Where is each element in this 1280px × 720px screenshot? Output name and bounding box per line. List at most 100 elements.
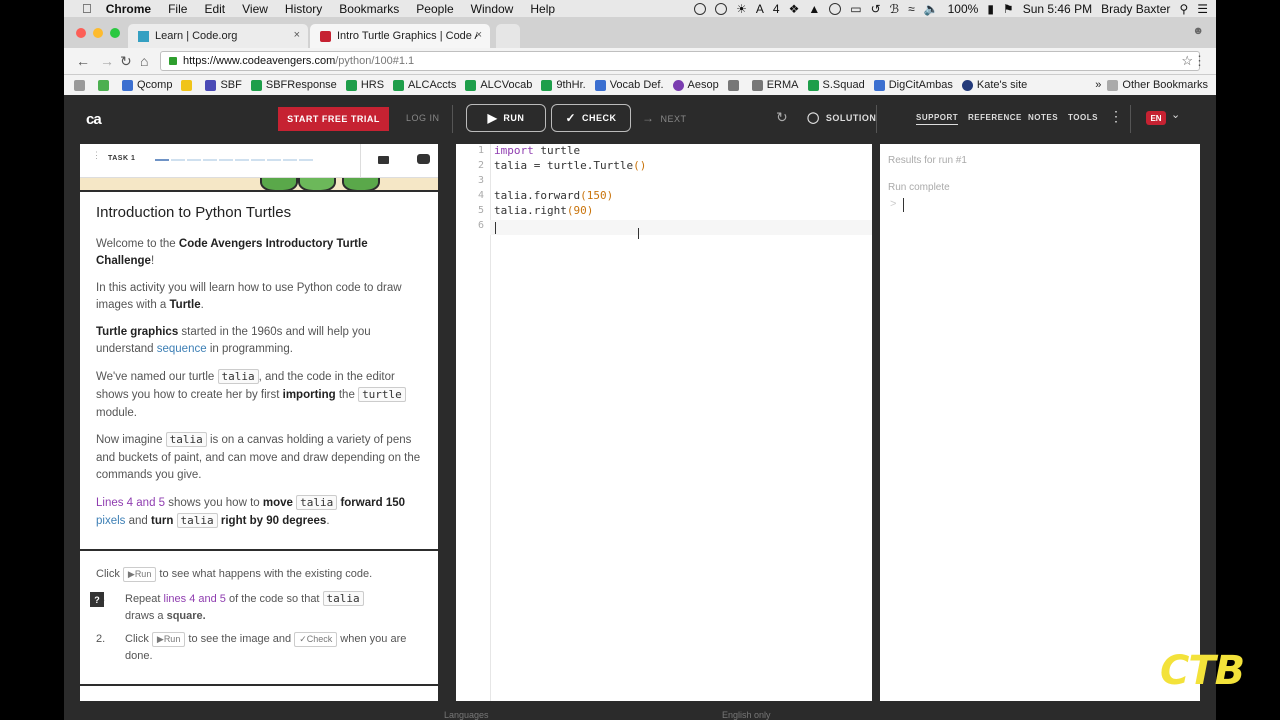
- record-icon[interactable]: [694, 2, 707, 15]
- wifi-icon[interactable]: ≈: [908, 2, 915, 16]
- download-bookmark[interactable]: [98, 79, 113, 91]
- login-link[interactable]: LOG IN: [406, 113, 440, 123]
- blocked-icon[interactable]: [829, 2, 842, 15]
- chevron-down-icon[interactable]: ⌄: [1171, 108, 1180, 121]
- check-button[interactable]: ✓ CHECK: [551, 104, 631, 132]
- start-free-trial-button[interactable]: START FREE TRIAL: [278, 107, 389, 131]
- code-line[interactable]: import turtle: [494, 144, 580, 157]
- progress-step[interactable]: [251, 159, 265, 161]
- bookmark-blank[interactable]: [727, 79, 743, 91]
- chat-icon[interactable]: [417, 154, 430, 164]
- footer-english-only[interactable]: English only: [722, 710, 771, 720]
- location-icon[interactable]: [715, 2, 728, 15]
- language-selector[interactable]: EN: [1146, 111, 1166, 125]
- bluetooth-icon[interactable]: ℬ: [890, 2, 899, 16]
- help-button[interactable]: ?: [90, 592, 104, 607]
- close-tab-icon[interactable]: ×: [294, 29, 300, 41]
- code-editor[interactable]: 1 2 3 4 5 6 import turtle talia = turtle…: [456, 144, 872, 701]
- apps-bookmark[interactable]: [74, 79, 89, 91]
- menu-people[interactable]: People: [416, 2, 453, 16]
- reload-icon[interactable]: ↻: [120, 53, 132, 70]
- minimize-window-button[interactable]: [93, 28, 103, 38]
- apple-icon[interactable]: : [82, 1, 92, 16]
- menu-help[interactable]: Help: [530, 2, 555, 16]
- url-field[interactable]: https://www.codeavengers.com /python/100…: [160, 51, 1200, 71]
- menu-file[interactable]: File: [168, 2, 187, 16]
- menu-view[interactable]: View: [242, 2, 268, 16]
- tab-code-org[interactable]: Learn | Code.org ×: [128, 24, 308, 48]
- notifications-icon[interactable]: ☰: [1197, 2, 1208, 16]
- drive-icon[interactable]: ▲: [808, 2, 820, 16]
- brightness-icon[interactable]: ☀: [736, 2, 747, 16]
- bookmark-ssquad[interactable]: S.Squad: [807, 79, 865, 91]
- code-line[interactable]: talia.right(90): [494, 204, 593, 217]
- back-icon[interactable]: ←: [76, 53, 90, 69]
- progress-step[interactable]: [267, 159, 281, 161]
- time-machine-icon[interactable]: ↺: [871, 2, 881, 16]
- bookmark-alcvocab[interactable]: ALCVocab: [465, 79, 532, 91]
- clock[interactable]: Sun 5:46 PM: [1023, 2, 1092, 16]
- bookmark-qcomp[interactable]: Qcomp: [122, 79, 172, 91]
- menu-app[interactable]: Chrome: [106, 2, 151, 16]
- bookmark-sbfresponse[interactable]: SBFResponse: [250, 79, 337, 91]
- bookmark-alcaccts[interactable]: ALCAccts: [393, 79, 456, 91]
- run-button[interactable]: ▶ RUN: [466, 104, 546, 132]
- code-line[interactable]: talia.forward(150): [494, 189, 613, 202]
- tab-tools[interactable]: TOOLS: [1068, 113, 1098, 122]
- code-line[interactable]: talia = turtle.Turtle(): [494, 159, 646, 172]
- reset-icon[interactable]: ↻: [776, 109, 788, 126]
- menu-bookmarks[interactable]: Bookmarks: [339, 2, 399, 16]
- progress-step[interactable]: [219, 159, 233, 161]
- line-reference-link[interactable]: lines 4 and 5: [164, 593, 226, 605]
- tab-support[interactable]: SUPPORT: [916, 113, 959, 125]
- airplay-icon[interactable]: ▭: [850, 2, 861, 16]
- menu-edit[interactable]: Edit: [204, 2, 225, 16]
- line-reference-link[interactable]: Lines 4 and 5: [96, 497, 165, 509]
- progress-step[interactable]: [235, 159, 249, 161]
- menu-window[interactable]: Window: [471, 2, 514, 16]
- progress-step[interactable]: [299, 159, 313, 161]
- volume-icon[interactable]: 🔈: [924, 2, 939, 16]
- menu-history[interactable]: History: [285, 2, 322, 16]
- bookmark-sbf[interactable]: SBF: [205, 79, 242, 91]
- dropbox-icon[interactable]: ❖: [789, 2, 800, 16]
- bookmark-hrs[interactable]: HRS: [345, 79, 384, 91]
- drag-handle-icon[interactable]: ⋮: [92, 151, 101, 160]
- bookmark-kates-site[interactable]: Kate's site: [961, 79, 1027, 91]
- code-avengers-logo[interactable]: ca: [86, 111, 102, 128]
- solution-button[interactable]: ◯ SOLUTION: [807, 111, 876, 124]
- bookmark-9thhr[interactable]: 9thHr.: [541, 79, 586, 91]
- menu-icon[interactable]: ⋮: [1193, 53, 1206, 69]
- new-tab-button[interactable]: [496, 24, 520, 48]
- footer-languages[interactable]: Languages: [444, 710, 489, 720]
- star-icon[interactable]: ☆: [1181, 53, 1193, 69]
- bookmark-erma[interactable]: ERMA: [751, 79, 799, 91]
- bookmark-aesop[interactable]: Aesop: [672, 79, 719, 91]
- bookmark-digcitambas[interactable]: DigCitAmbas: [873, 79, 953, 91]
- profile-icon[interactable]: ☻: [1192, 25, 1204, 37]
- user-name[interactable]: Brady Baxter: [1101, 2, 1170, 16]
- pixels-link[interactable]: pixels: [96, 515, 125, 527]
- sequence-link[interactable]: sequence: [157, 343, 207, 355]
- adobe-icon[interactable]: A: [756, 2, 764, 16]
- battery-level[interactable]: 100%: [948, 2, 979, 16]
- close-window-button[interactable]: [76, 28, 86, 38]
- progress-step[interactable]: [155, 159, 169, 161]
- bookmark-yellow[interactable]: [181, 79, 196, 91]
- other-bookmarks[interactable]: » Other Bookmarks: [1095, 79, 1208, 91]
- chevron-more-icon[interactable]: »: [1095, 79, 1101, 91]
- inline-run-button[interactable]: ▶Run: [122, 567, 157, 582]
- inline-run-button[interactable]: ▶Run: [151, 632, 186, 647]
- next-button[interactable]: → NEXT: [642, 111, 687, 125]
- forward-icon[interactable]: →: [100, 53, 114, 69]
- tab-notes[interactable]: NOTES: [1028, 113, 1058, 122]
- home-icon[interactable]: ⌂: [140, 53, 148, 69]
- console-input[interactable]: [903, 198, 904, 212]
- flag-icon[interactable]: ⚑: [1003, 2, 1014, 16]
- tab-intro-turtle[interactable]: Intro Turtle Graphics | Code A ×: [310, 24, 490, 48]
- progress-step[interactable]: [203, 159, 217, 161]
- tab-reference[interactable]: REFERENCE: [968, 113, 1022, 122]
- progress-step[interactable]: [187, 159, 201, 161]
- more-options-icon[interactable]: ⋮: [1109, 109, 1123, 123]
- bookmark-vocab-def[interactable]: Vocab Def.: [594, 79, 664, 91]
